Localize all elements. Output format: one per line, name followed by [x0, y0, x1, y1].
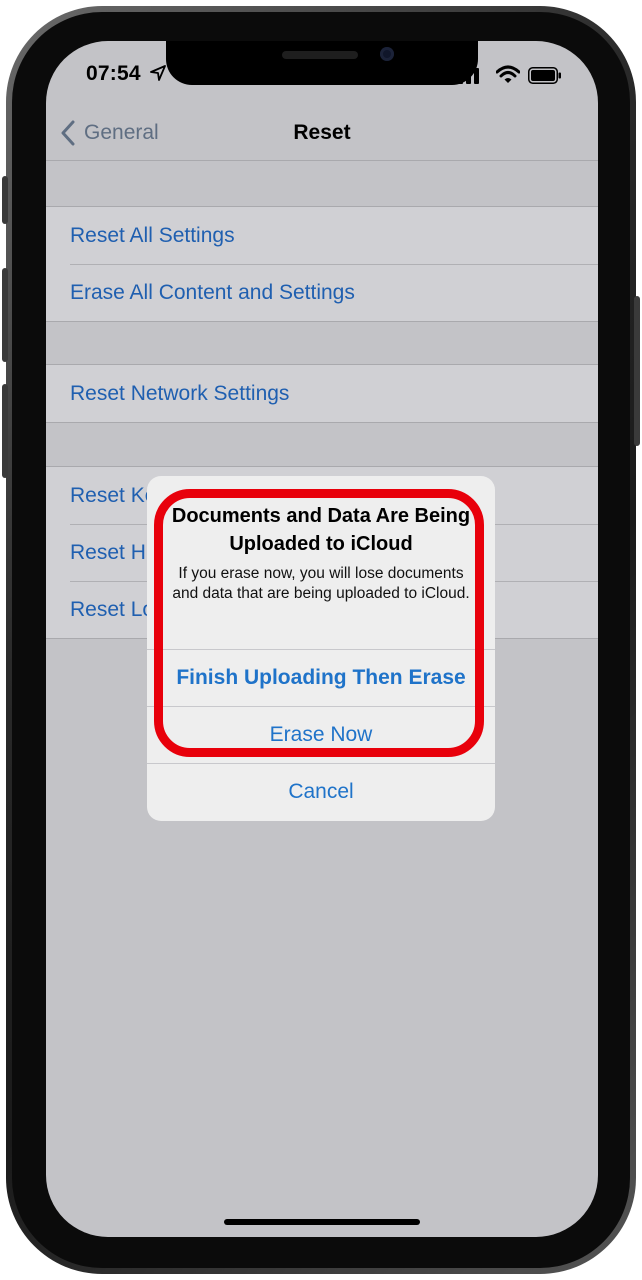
battery-icon: [528, 67, 561, 84]
phone-screen: 07:54 General Reset Reset All Settings E…: [46, 41, 598, 1237]
power-button: [634, 296, 640, 446]
status-time: 07:54: [86, 62, 141, 85]
speaker-grille: [282, 51, 358, 59]
reset-network-settings-row[interactable]: Reset Network Settings: [46, 365, 598, 422]
settings-group-reset: Reset All Settings Erase All Content and…: [46, 206, 598, 322]
reset-all-settings-row[interactable]: Reset All Settings: [46, 207, 598, 264]
cancel-button[interactable]: Cancel: [147, 763, 495, 820]
front-camera: [380, 47, 394, 61]
notch: [166, 41, 478, 85]
page-title: Reset: [293, 121, 351, 144]
alert-message: If you erase now, you will lose document…: [172, 565, 470, 602]
wifi-icon: [496, 65, 520, 83]
mute-switch: [2, 176, 8, 224]
home-indicator: [224, 1219, 420, 1225]
location-arrow-icon: [150, 65, 166, 81]
erase-all-content-row[interactable]: Erase All Content and Settings: [46, 264, 598, 321]
alert-title: Documents and Data Are Being Uploaded to…: [171, 505, 471, 555]
settings-group-network: Reset Network Settings: [46, 364, 598, 423]
finish-uploading-then-erase-button[interactable]: Finish Uploading Then Erase: [147, 649, 495, 706]
alert-dialog: Documents and Data Are Being Uploaded to…: [147, 476, 495, 821]
volume-up-button: [2, 268, 8, 362]
volume-down-button: [2, 384, 8, 478]
navigation-bar: General Reset: [46, 105, 598, 161]
erase-now-button[interactable]: Erase Now: [147, 706, 495, 763]
